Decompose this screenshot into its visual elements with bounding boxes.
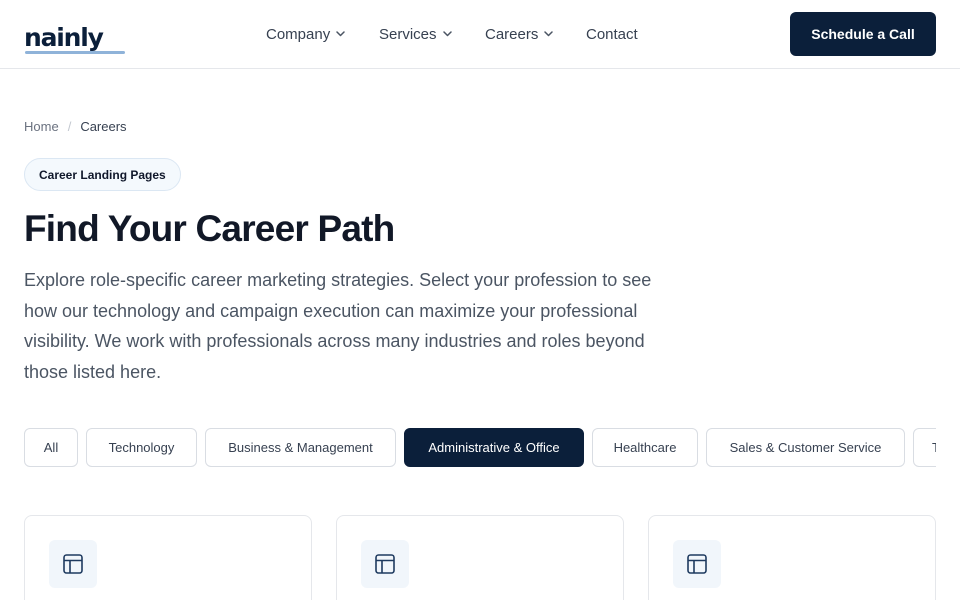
schedule-call-button[interactable]: Schedule a Call (790, 12, 936, 56)
filter-chip-healthcare[interactable]: Healthcare (592, 428, 698, 467)
logo-wordmark: nainly (24, 23, 104, 52)
page-title: Find Your Career Path (24, 208, 395, 249)
nav-label: Careers (485, 25, 539, 43)
chevron-down-icon (544, 31, 554, 37)
chevron-down-icon (442, 31, 452, 37)
filter-chip-sales-customer-service[interactable]: Sales & Customer Service (706, 428, 905, 467)
nav-label: Company (266, 25, 331, 43)
filter-chip-all[interactable]: All (24, 428, 78, 467)
nav-item-careers[interactable]: Careers (485, 24, 554, 44)
layout-icon (361, 540, 409, 588)
nav-label: Services (379, 25, 437, 43)
category-filter-bar: All Technology Business & Management Adm… (24, 428, 936, 467)
site-header: nainly Company Services Careers Contact … (0, 0, 960, 69)
breadcrumb-home-link[interactable]: Home (24, 119, 59, 134)
nav-label: Contact (586, 25, 638, 43)
career-card[interactable] (336, 515, 624, 600)
career-card[interactable] (648, 515, 936, 600)
section-badge: Career Landing Pages (24, 158, 181, 191)
nav-item-company[interactable]: Company (266, 24, 345, 44)
breadcrumb-current: Careers (80, 119, 127, 134)
filter-chip-technology[interactable]: Technology (86, 428, 197, 467)
filter-chip-business-management[interactable]: Business & Management (205, 428, 396, 467)
nav-item-services[interactable]: Services (379, 24, 452, 44)
breadcrumb: Home / Careers (24, 119, 127, 134)
breadcrumb-separator: / (67, 119, 72, 134)
filter-chip-administrative-office[interactable]: Administrative & Office (404, 428, 584, 467)
logo-underline (25, 51, 125, 54)
layout-icon (673, 540, 721, 588)
career-card[interactable] (24, 515, 312, 600)
chevron-down-icon (336, 31, 345, 37)
logo[interactable]: nainly (24, 18, 125, 54)
nav-item-contact[interactable]: Contact (586, 24, 638, 44)
filter-chip-partial[interactable]: T (913, 428, 936, 467)
page-description: Explore role-specific career marketing s… (24, 270, 652, 383)
layout-icon (49, 540, 97, 588)
